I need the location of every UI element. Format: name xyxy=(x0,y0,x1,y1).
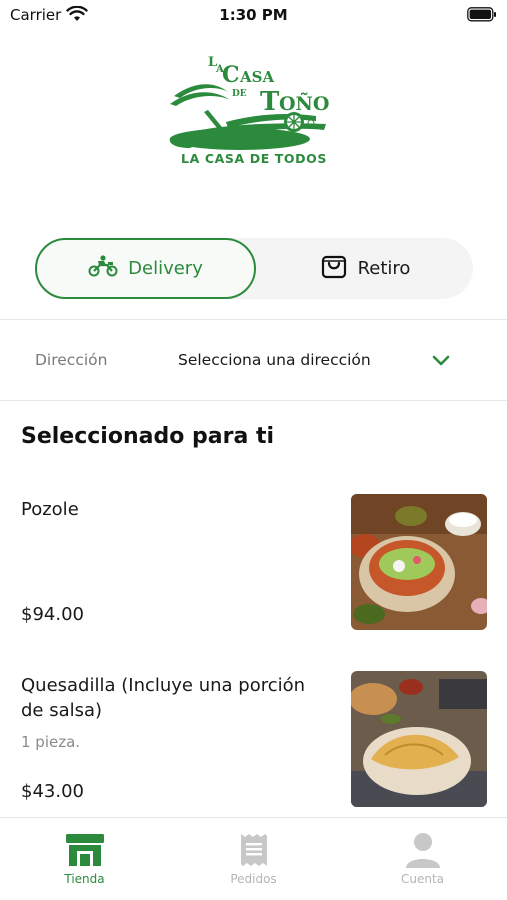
svg-text:DE: DE xyxy=(232,89,247,99)
tab-tienda[interactable]: Tienda xyxy=(0,818,169,900)
brand-tagline: LA CASA DE TODOS xyxy=(181,151,327,166)
product-name: Pozole xyxy=(21,499,79,520)
order-mode-toggle: Delivery Retiro xyxy=(35,238,473,299)
status-bar: Carrier 1:30 PM xyxy=(0,0,507,30)
svg-text:OÑO: OÑO xyxy=(279,92,329,115)
svg-text:T: T xyxy=(260,87,280,117)
tab-cuenta[interactable]: Cuenta xyxy=(338,818,507,900)
svg-text:ASA: ASA xyxy=(239,68,274,86)
pickup-option-label: Retiro xyxy=(357,258,411,279)
quesadilla-photo[interactable] xyxy=(351,671,487,807)
tab-pedidos[interactable]: Pedidos xyxy=(169,818,338,900)
chevron-down-icon[interactable] xyxy=(431,353,451,372)
tab-label: Pedidos xyxy=(230,872,277,886)
product-price: $43.00 xyxy=(21,781,84,802)
pickup-option-button[interactable]: Retiro xyxy=(257,238,473,299)
divider xyxy=(0,400,507,401)
product-description: 1 pieza. xyxy=(21,733,81,751)
user-icon xyxy=(405,832,441,874)
motorcycle-icon xyxy=(88,255,118,282)
product-price: $94.00 xyxy=(21,604,84,625)
product-name: Quesadilla (Incluye una porción de salsa… xyxy=(21,675,306,721)
delivery-option-label: Delivery xyxy=(128,258,203,279)
section-title: Seleccionado para ti xyxy=(21,424,274,449)
store-icon xyxy=(65,832,105,870)
shopping-bag-icon xyxy=(320,252,348,285)
product-card[interactable]: Pozole $94.00 xyxy=(0,493,507,633)
product-card[interactable]: Quesadilla (Incluye una porción de salsa… xyxy=(0,670,507,810)
brand-logo: L A C ASA DE T OÑO LA CASA DE TODOS xyxy=(166,52,342,170)
tab-label: Cuenta xyxy=(400,872,445,886)
clock: 1:30 PM xyxy=(219,6,288,24)
tab-label: Tienda xyxy=(64,872,105,886)
svg-text:C: C xyxy=(222,62,240,88)
address-value: Selecciona una dirección xyxy=(178,351,371,369)
pozole-photo[interactable] xyxy=(351,494,487,630)
address-label: Dirección xyxy=(35,351,108,369)
delivery-option-button[interactable]: Delivery xyxy=(35,238,256,299)
address-selector[interactable]: Dirección Selecciona una dirección xyxy=(0,320,507,400)
bottom-tab-bar: Tienda Pedidos Cuenta xyxy=(0,817,507,900)
receipt-icon xyxy=(239,832,269,872)
battery-icon xyxy=(467,7,497,26)
